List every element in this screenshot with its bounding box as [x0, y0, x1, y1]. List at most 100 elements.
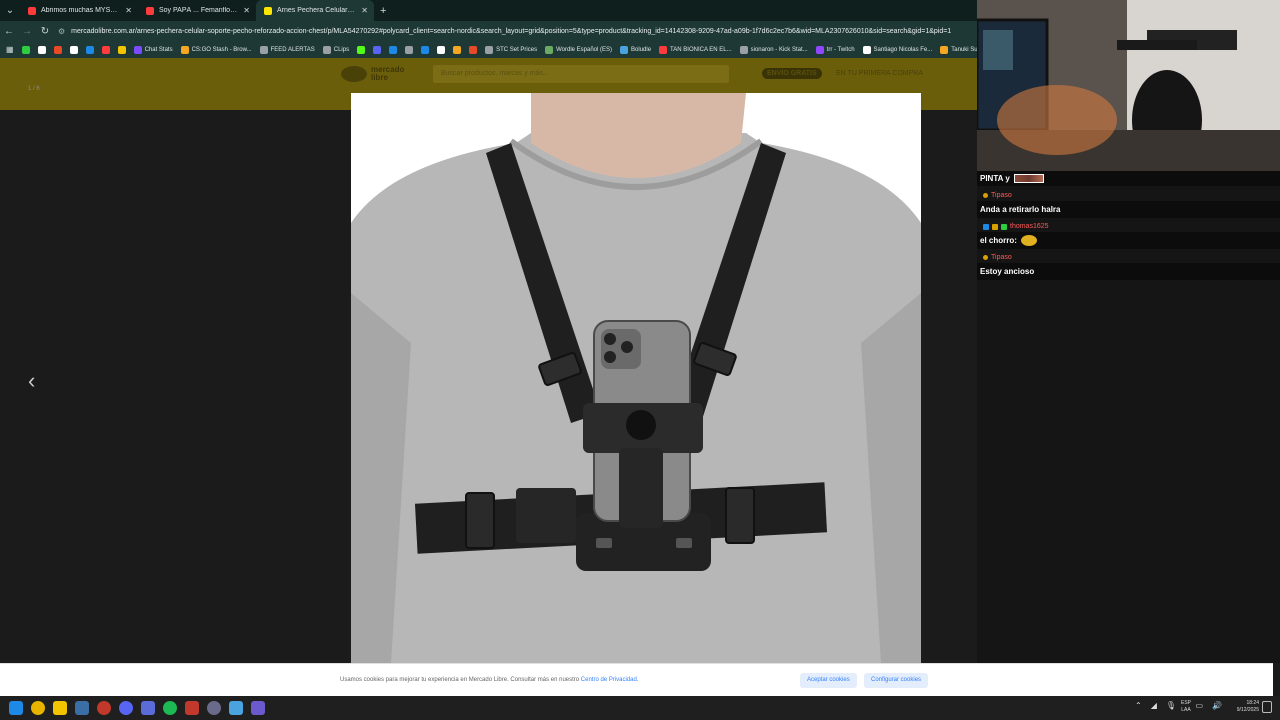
- steam-icon[interactable]: [75, 701, 89, 715]
- discord-icon[interactable]: [119, 701, 133, 715]
- windows-start-icon[interactable]: [9, 701, 23, 715]
- accept-cookies-button[interactable]: Aceptar cookies: [800, 673, 857, 688]
- cookie-consent-bar: Usamos cookies para mejorar tu experienc…: [0, 663, 1273, 696]
- search-input[interactable]: Buscar productos, marcas y más...: [433, 65, 729, 83]
- bookmark-item[interactable]: [53, 45, 62, 54]
- recorder-icon[interactable]: [185, 701, 199, 715]
- tab-title: Soy PAPÁ ... Femanfloo - YouTube: [159, 7, 239, 14]
- site-info-icon[interactable]: ⚙: [58, 27, 65, 36]
- bookmark-favicon-icon: [69, 45, 78, 54]
- reload-icon[interactable]: ↻: [36, 21, 54, 41]
- chat-username-text: thomas1625: [1010, 223, 1049, 230]
- chat-username[interactable]: Tipaso: [983, 192, 1012, 199]
- bookmark-label: Wordle Español (ES): [556, 46, 613, 53]
- bookmark-item[interactable]: CS:GO Stash - Brow...: [180, 45, 252, 54]
- bookmark-favicon-icon: [940, 45, 949, 54]
- stream-chat: PINTA y Tipaso Anda a retirarlo halra th…: [977, 171, 1280, 663]
- envio-gratis-subtitle: EN TU PRIMERA COMPRA: [836, 70, 923, 77]
- bookmark-item[interactable]: Boludle: [620, 45, 652, 54]
- bookmark-item[interactable]: [69, 45, 78, 54]
- speaker-icon[interactable]: 🔊: [1212, 701, 1222, 710]
- bookmark-label: Boludle: [631, 46, 652, 53]
- close-tab-icon[interactable]: ✕: [243, 6, 250, 15]
- privacy-center-link[interactable]: Centro de Privacidad.: [581, 677, 639, 683]
- chevron-up-icon[interactable]: ⌃: [1135, 701, 1142, 710]
- bookmark-item[interactable]: [101, 45, 110, 54]
- envio-gratis-badge[interactable]: ENVÍO GRATIS: [762, 68, 822, 79]
- bookmark-favicon-icon: [739, 45, 748, 54]
- bookmark-item[interactable]: [389, 45, 398, 54]
- url-text: mercadolibre.com.ar/arnes-pechera-celula…: [71, 27, 952, 35]
- bookmark-item[interactable]: CLips: [322, 45, 350, 54]
- mercadolibre-logo[interactable]: mercado libre: [341, 66, 411, 82]
- chat-header-row: PINTA y: [977, 171, 1280, 186]
- chat-username[interactable]: Tipaso: [983, 254, 1012, 261]
- display-icon[interactable]: ▭: [1195, 701, 1203, 710]
- new-tab-plus-icon[interactable]: +: [380, 5, 386, 17]
- app-icon[interactable]: [97, 701, 111, 715]
- bookmark-item[interactable]: Tanuki Sunset: [940, 45, 977, 54]
- notification-icon[interactable]: [1262, 701, 1272, 713]
- configure-cookies-button[interactable]: Configurar cookies: [864, 673, 929, 688]
- spotify-icon[interactable]: [163, 701, 177, 715]
- bookmark-item[interactable]: Santiago Nicolas Fe...: [862, 45, 933, 54]
- close-tab-icon[interactable]: ✕: [125, 6, 132, 15]
- chat-message: Anda a retirarlo halra: [977, 201, 1280, 218]
- previous-image-chevron-icon[interactable]: ‹: [28, 368, 35, 394]
- chrome-icon[interactable]: [31, 701, 45, 715]
- bookmark-item[interactable]: TAN BIONICA EN EL...: [659, 45, 732, 54]
- product-image[interactable]: [351, 93, 921, 663]
- bookmark-item[interactable]: [453, 45, 462, 54]
- back-arrow-icon[interactable]: ←: [0, 21, 18, 41]
- obs-icon[interactable]: [207, 701, 221, 715]
- tab-title: Arnes Pechera Celular Soporte: [277, 7, 356, 14]
- bookmark-favicon-icon: [21, 45, 30, 54]
- address-bar[interactable]: ⚙ mercadolibre.com.ar/arnes-pechera-celu…: [58, 23, 977, 39]
- microphone-icon[interactable]: 🎙: [1166, 701, 1176, 710]
- chat-username[interactable]: thomas1625: [983, 223, 1049, 230]
- tab-mercadolibre-arnes[interactable]: Arnes Pechera Celular Soporte ✕: [256, 0, 374, 21]
- bookmark-label: CS:GO Stash - Brow...: [191, 46, 252, 53]
- network-icon[interactable]: [229, 701, 243, 715]
- tab-youtube-femanfloo[interactable]: Soy PAPÁ ... Femanfloo - YouTube ✕: [138, 0, 256, 21]
- bookmark-item[interactable]: STC Set Prices: [485, 45, 537, 54]
- bookmark-item[interactable]: [117, 45, 126, 54]
- verified-badge-icon: [983, 223, 989, 230]
- bookmark-item[interactable]: [421, 45, 430, 54]
- tab-mystery-box[interactable]: Abrimos muchas MYSTERY BOX ✕: [20, 0, 138, 21]
- bookmark-item[interactable]: [405, 45, 414, 54]
- input-language[interactable]: ESP LAA: [1181, 700, 1191, 714]
- bookmark-favicon-icon: [101, 45, 110, 54]
- bookmark-item[interactable]: [469, 45, 478, 54]
- flag-emote-icon: [1013, 174, 1044, 183]
- app-icon[interactable]: [251, 701, 265, 715]
- bookmark-favicon-icon: [85, 45, 94, 54]
- close-tab-icon[interactable]: ✕: [361, 6, 368, 15]
- tab-search-chevron-icon[interactable]: ⌄: [0, 0, 20, 21]
- bookmark-item[interactable]: Wordle Español (ES): [545, 45, 613, 54]
- bookmark-item[interactable]: FEED ALERTAS: [259, 45, 315, 54]
- file-explorer-icon[interactable]: [53, 701, 67, 715]
- taskbar-clock[interactable]: 18:24 9/12/2025: [1227, 700, 1259, 714]
- bookmark-item[interactable]: Chat Stats: [133, 45, 173, 54]
- bookmark-item[interactable]: trr - Twitch: [815, 45, 855, 54]
- bookmark-favicon-icon: [117, 45, 126, 54]
- bookmark-label: Santiago Nicolas Fe...: [873, 46, 933, 53]
- bookmark-item[interactable]: [37, 45, 46, 54]
- apps-grid-icon[interactable]: ▦: [6, 45, 14, 54]
- bookmark-label: Chat Stats: [144, 46, 173, 53]
- bookmark-item[interactable]: sionaron - Kick Stat...: [739, 45, 808, 54]
- bookmark-item[interactable]: [373, 45, 382, 54]
- bookmark-item[interactable]: [437, 45, 446, 54]
- bookmark-label: CLips: [333, 46, 350, 53]
- bookmark-favicon-icon: [545, 45, 554, 54]
- lang-layout: LAA: [1181, 707, 1191, 713]
- browser-toolbar: ← → ↻ ⚙ mercadolibre.com.ar/arnes-pecher…: [0, 21, 977, 41]
- window-icon[interactable]: [141, 701, 155, 715]
- bookmark-item[interactable]: [357, 45, 366, 54]
- forward-arrow-icon[interactable]: →: [18, 21, 36, 41]
- system-tray-status: ▭ 🔊: [1195, 701, 1222, 710]
- bookmark-item[interactable]: [85, 45, 94, 54]
- wifi-icon[interactable]: ◢: [1151, 701, 1157, 710]
- bookmark-item[interactable]: [21, 45, 30, 54]
